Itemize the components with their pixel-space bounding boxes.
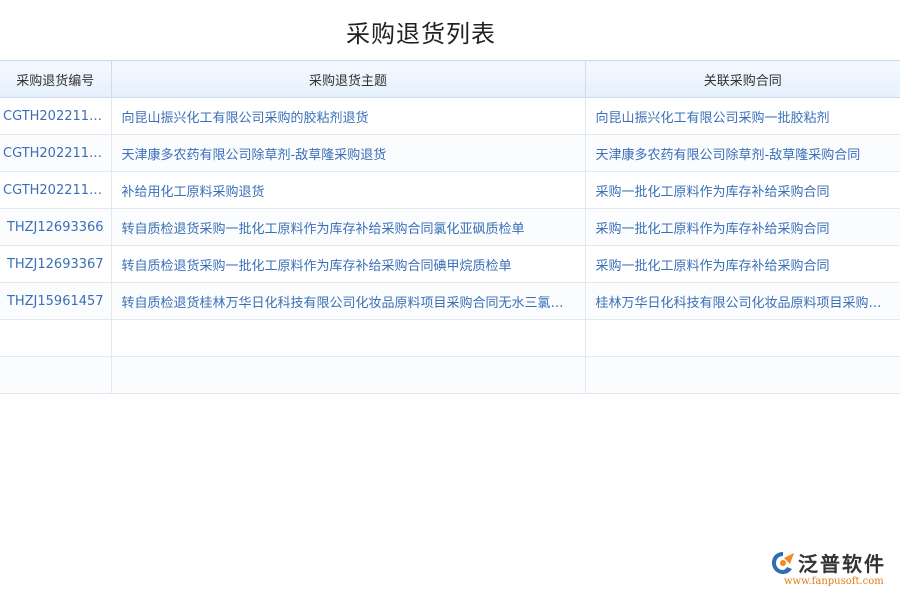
empty-table-row — [0, 357, 900, 394]
return-code-cell[interactable]: THZJ15961457 — [0, 283, 111, 320]
logo-url: www.fanpusoft.com — [784, 576, 884, 587]
return-code-cell[interactable]: THZJ12693366 — [0, 209, 111, 246]
return-subject-cell[interactable]: 转自质检退货采购一批化工原料作为库存补给采购合同碘甲烷质检单 — [111, 246, 585, 283]
table-row[interactable]: CGTH202211… 向昆山振兴化工有限公司采购的胶粘剂退货 向昆山振兴化工有… — [0, 98, 900, 135]
table-row[interactable]: THZJ12693367 转自质检退货采购一批化工原料作为库存补给采购合同碘甲烷… — [0, 246, 900, 283]
contract-cell[interactable]: 桂林万华日化科技有限公司化妆品原料项目采购合同 — [585, 283, 900, 320]
table-header-row: 采购退货编号 采购退货主题 关联采购合同 — [0, 61, 900, 98]
empty-cell — [0, 320, 111, 357]
empty-cell — [111, 357, 585, 394]
logo-name: 泛普软件 — [798, 548, 886, 577]
return-code-cell[interactable]: THZJ12693367 — [0, 246, 111, 283]
table-row[interactable]: CGTH202211… 天津康多农药有限公司除草剂-敌草隆采购退货 天津康多农药… — [0, 135, 900, 172]
table-row[interactable]: THZJ15961457 转自质检退货桂林万华日化科技有限公司化妆品原料项目采购… — [0, 283, 900, 320]
return-subject-cell[interactable]: 转自质检退货桂林万华日化科技有限公司化妆品原料项目采购合同无水三氯… — [111, 283, 585, 320]
empty-cell — [0, 357, 111, 394]
fanpu-logo-icon — [770, 550, 796, 576]
table-row[interactable]: THZJ12693366 转自质检退货采购一批化工原料作为库存补给采购合同氯化亚… — [0, 209, 900, 246]
contract-cell[interactable]: 采购一批化工原料作为库存补给采购合同 — [585, 209, 900, 246]
column-header-subject[interactable]: 采购退货主题 — [111, 61, 585, 98]
fanpu-logo: 泛普软件 www.fanpusoft.com — [770, 548, 890, 592]
return-code-cell[interactable]: CGTH202211… — [0, 98, 111, 135]
contract-cell[interactable]: 采购一批化工原料作为库存补给采购合同 — [585, 172, 900, 209]
return-code-cell[interactable]: CGTH202211… — [0, 135, 111, 172]
purchase-return-table: 采购退货编号 采购退货主题 关联采购合同 CGTH202211… 向昆山振兴化工… — [0, 60, 900, 394]
empty-cell — [111, 320, 585, 357]
page-title: 采购退货列表 — [0, 14, 842, 49]
return-subject-cell[interactable]: 补给用化工原料采购退货 — [111, 172, 585, 209]
page: 采购退货列表 采购退货编号 采购退货主题 关联采购合同 CGTH202211… … — [0, 0, 900, 600]
empty-table-row — [0, 320, 900, 357]
empty-cell — [585, 357, 900, 394]
table-row[interactable]: CGTH202211… 补给用化工原料采购退货 采购一批化工原料作为库存补给采购… — [0, 172, 900, 209]
return-code-cell[interactable]: CGTH202211… — [0, 172, 111, 209]
contract-cell[interactable]: 天津康多农药有限公司除草剂-敌草隆采购合同 — [585, 135, 900, 172]
column-header-contract[interactable]: 关联采购合同 — [585, 61, 900, 98]
column-header-code[interactable]: 采购退货编号 — [0, 61, 111, 98]
contract-cell[interactable]: 采购一批化工原料作为库存补给采购合同 — [585, 246, 900, 283]
return-subject-cell[interactable]: 转自质检退货采购一批化工原料作为库存补给采购合同氯化亚砜质检单 — [111, 209, 585, 246]
return-subject-cell[interactable]: 向昆山振兴化工有限公司采购的胶粘剂退货 — [111, 98, 585, 135]
contract-cell[interactable]: 向昆山振兴化工有限公司采购一批胶粘剂 — [585, 98, 900, 135]
return-subject-cell[interactable]: 天津康多农药有限公司除草剂-敌草隆采购退货 — [111, 135, 585, 172]
empty-cell — [585, 320, 900, 357]
